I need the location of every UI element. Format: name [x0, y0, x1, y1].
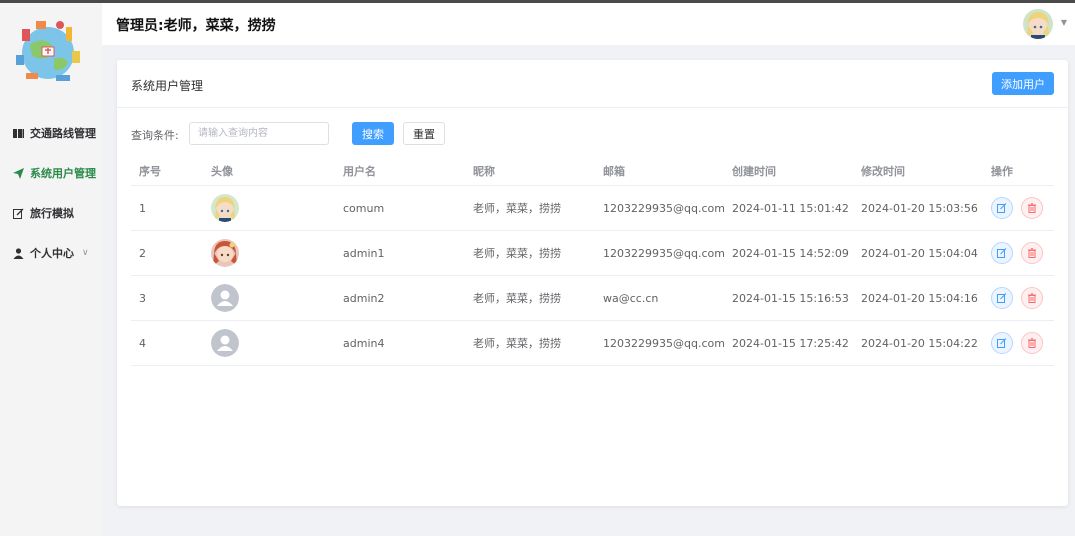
row-index: 3: [139, 291, 146, 305]
delete-button[interactable]: [1021, 197, 1043, 219]
row-index: 1: [139, 201, 146, 215]
row-actions: [981, 242, 1054, 264]
row-email: wa@cc.cn: [603, 291, 659, 305]
travel-globe-logo: [12, 15, 84, 87]
delete-button[interactable]: [1021, 287, 1043, 309]
user-icon: [12, 247, 24, 259]
column-header-avatar: 头像: [211, 164, 233, 178]
edit-button[interactable]: [991, 287, 1013, 309]
row-created: 2024-01-15 15:16:53: [732, 291, 849, 305]
sidebar-menu: 交通路线管理 系统用户管理 旅行模拟 个人中心 ∨: [0, 113, 102, 273]
column-header-created: 创建时间: [732, 164, 776, 178]
sidebar-item-profile[interactable]: 个人中心 ∨: [0, 233, 102, 273]
column-header-index: 序号: [139, 164, 161, 178]
row-email: 1203229935@qq.com: [603, 246, 725, 260]
table-row: 1 comum 老师，菜菜，捞捞 1203229935@qq.com 2024-…: [131, 186, 1054, 231]
page-title: 管理员:老师，菜菜，捞捞: [116, 18, 276, 34]
column-header-nickname: 昵称: [473, 164, 495, 178]
search-label: 查询条件:: [131, 129, 179, 142]
avatar: [211, 239, 239, 267]
edit-icon: [997, 248, 1007, 258]
edit-icon: [997, 203, 1007, 213]
row-created: 2024-01-15 14:52:09: [732, 246, 849, 260]
column-header-email: 邮箱: [603, 164, 625, 178]
column-header-username: 用户名: [343, 164, 376, 178]
table-header: 序号 头像 用户名 昵称 邮箱 创建时间 修改时间 操作: [131, 156, 1054, 186]
avatar: [211, 194, 239, 222]
column-header-actions: 操作: [991, 164, 1013, 178]
row-updated: 2024-01-20 15:03:56: [861, 201, 978, 215]
trash-icon: [1028, 203, 1036, 213]
sidebar-item-users[interactable]: 系统用户管理: [0, 153, 102, 193]
card-title: 系统用户管理: [131, 79, 204, 93]
row-updated: 2024-01-20 15:04:16: [861, 291, 978, 305]
user-management-card: 系统用户管理 添加用户 查询条件: 搜索 重置 序号 头像 用户名 昵称 邮箱 …: [117, 60, 1068, 506]
row-index: 4: [139, 336, 146, 350]
default-user-avatar-icon: [211, 329, 239, 357]
row-username: comum: [343, 201, 385, 215]
edit-button[interactable]: [991, 242, 1013, 264]
avatar-cell-wrap: [203, 284, 333, 312]
delete-button[interactable]: [1021, 332, 1043, 354]
sidebar-item-label: 交通路线管理: [30, 127, 96, 140]
row-email: 1203229935@qq.com: [603, 201, 725, 215]
row-email: 1203229935@qq.com: [603, 336, 725, 350]
row-updated: 2024-01-20 15:04:22: [861, 336, 978, 350]
avatar-cell-wrap: [203, 194, 333, 222]
column-header-updated: 修改时间: [861, 164, 905, 178]
users-table: 序号 头像 用户名 昵称 邮箱 创建时间 修改时间 操作 1 comum 老师，…: [131, 156, 1054, 366]
default-user-avatar-icon: [211, 284, 239, 312]
edit-icon: [997, 293, 1007, 303]
top-header: 管理员:老师，菜菜，捞捞 ▼: [102, 3, 1075, 45]
search-bar: 查询条件: 搜索 重置: [131, 122, 1051, 146]
avatar-cell-wrap: [203, 329, 333, 357]
trash-icon: [1028, 293, 1036, 303]
trash-icon: [1028, 338, 1036, 348]
sidebar-item-label: 个人中心: [30, 247, 74, 260]
row-index: 2: [139, 246, 146, 260]
row-actions: [981, 287, 1054, 309]
row-nickname: 老师，菜菜，捞捞: [473, 202, 561, 215]
sidebar: 交通路线管理 系统用户管理 旅行模拟 个人中心 ∨: [0, 3, 102, 536]
search-button[interactable]: 搜索: [352, 122, 394, 145]
avatar[interactable]: [1023, 9, 1053, 39]
book-icon: [12, 127, 24, 139]
edit-icon: [12, 207, 24, 219]
edit-icon: [997, 338, 1007, 348]
row-created: 2024-01-11 15:01:42: [732, 201, 849, 215]
sidebar-item-routes[interactable]: 交通路线管理: [0, 113, 102, 153]
row-nickname: 老师，菜菜，捞捞: [473, 292, 561, 305]
trash-icon: [1028, 248, 1036, 258]
row-username: admin2: [343, 291, 385, 305]
sidebar-item-travel-sim[interactable]: 旅行模拟: [0, 193, 102, 233]
sidebar-item-label: 系统用户管理: [30, 167, 96, 180]
send-icon: [12, 167, 24, 179]
edit-button[interactable]: [991, 332, 1013, 354]
reset-button[interactable]: 重置: [403, 122, 445, 145]
delete-button[interactable]: [1021, 242, 1043, 264]
row-nickname: 老师，菜菜，捞捞: [473, 337, 561, 350]
table-row: 2 admin1 老师，菜菜，捞捞 1203229935@qq.com 2024…: [131, 231, 1054, 276]
table-row: 4 admin4 老师，菜菜，捞捞 1203229935@qq.com 2024…: [131, 321, 1054, 366]
add-user-button[interactable]: 添加用户: [992, 72, 1054, 95]
row-actions: [981, 332, 1054, 354]
row-username: admin4: [343, 336, 385, 350]
avatar-cell-wrap: [203, 239, 333, 267]
sidebar-item-label: 旅行模拟: [30, 207, 74, 220]
search-input[interactable]: [189, 122, 329, 145]
card-header: 系统用户管理 添加用户: [117, 60, 1068, 108]
chevron-down-icon: ∨: [82, 248, 89, 258]
row-nickname: 老师，菜菜，捞捞: [473, 247, 561, 260]
row-actions: [981, 197, 1054, 219]
row-username: admin1: [343, 246, 385, 260]
row-updated: 2024-01-20 15:04:04: [861, 246, 978, 260]
row-created: 2024-01-15 17:25:42: [732, 336, 849, 350]
caret-down-icon[interactable]: ▼: [1061, 18, 1067, 27]
edit-button[interactable]: [991, 197, 1013, 219]
table-row: 3 admin2 老师，菜菜，捞捞 wa@cc.cn 2024-01-15 15…: [131, 276, 1054, 321]
